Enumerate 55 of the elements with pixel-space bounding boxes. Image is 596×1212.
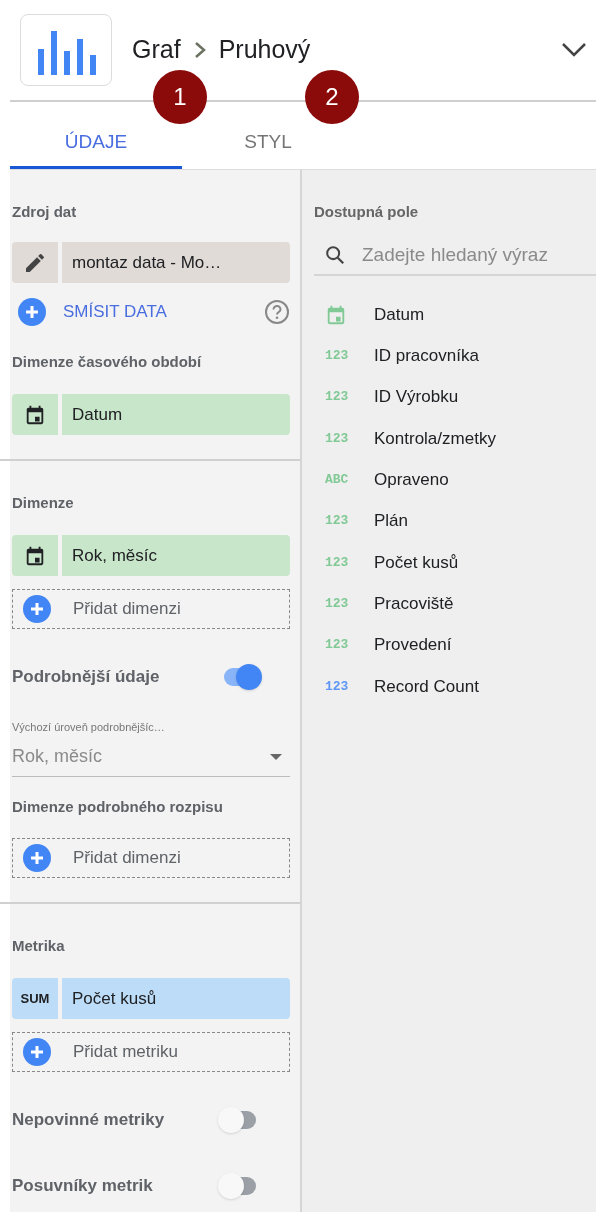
type-label: ABC (325, 471, 349, 490)
aggregation-label: SUM (20, 989, 50, 1008)
calendar-icon (24, 544, 46, 567)
field-name: Datum (72, 403, 123, 426)
section-heading: Dimenze podrobného rozpisu (12, 797, 224, 817)
type-label: 123 (325, 677, 349, 696)
panel-title: Dostupná pole (314, 202, 420, 222)
callout-badge: 1 (153, 70, 207, 124)
tab[interactable]: STYL (182, 126, 354, 169)
type-label: 123 (325, 594, 349, 613)
toggle-label: Nepovinné metriky (12, 1109, 166, 1132)
type-label: 123 (325, 553, 349, 572)
chevron-down-icon[interactable] (560, 41, 588, 59)
plus-icon (18, 298, 46, 326)
plus-icon (23, 595, 51, 623)
chart-type-icon[interactable] (20, 14, 112, 86)
callout-badge: 2 (305, 70, 359, 124)
field-list-item[interactable]: 123 Počet kusů (314, 541, 596, 584)
field-list-item[interactable]: 123 Provedení (314, 624, 596, 666)
field-name: Počet kusů (72, 987, 157, 1010)
help-icon[interactable] (264, 299, 290, 325)
toggle-label: Posuvníky metrik (12, 1175, 154, 1198)
plus-icon (23, 844, 51, 872)
add-field-button[interactable]: Přidat dimenzi (12, 589, 290, 629)
dropdown-arrow-icon (270, 753, 282, 760)
search-icon (324, 244, 346, 266)
type-label: 123 (325, 388, 349, 407)
breadcrumb-item: Graf (132, 34, 181, 66)
add-field-button[interactable]: Přidat dimenzi (12, 838, 290, 878)
field-name: Rok, měsíc (72, 544, 158, 567)
field-list-item[interactable]: 123 ID Výrobku (314, 376, 596, 418)
section-heading: Dimenze časového období (12, 352, 203, 372)
field-list-item[interactable]: ABC Opraveno (314, 459, 596, 501)
section-heading: Zdroj dat (12, 202, 78, 222)
field-list-item[interactable]: 123 Kontrola/zmetky (314, 417, 596, 460)
select-label: Výchozí úroveň podrobnějšíc… (12, 721, 166, 733)
section-heading: Metrika (12, 936, 66, 956)
section-heading: Dimenze (12, 493, 75, 513)
type-label: 123 (325, 429, 349, 448)
toggle-label: Podrobnější údaje (12, 666, 161, 689)
type-label: 123 (325, 347, 349, 366)
field-list-item[interactable]: Datum (314, 294, 596, 336)
data-source-name: montaz data - Mo… (72, 251, 222, 274)
add-field-button[interactable]: Přidat metriku (12, 1032, 290, 1072)
plus-icon (23, 1038, 51, 1066)
field-list-item[interactable]: 123 Record Count (314, 665, 596, 707)
breadcrumb-item: Pruhový (218, 34, 311, 66)
field-list-item[interactable]: 123 Pracoviště (314, 583, 596, 625)
type-label: 123 (325, 636, 349, 655)
blend-data-link[interactable]: SMÍSIT DATA (63, 299, 167, 325)
type-label: 123 (325, 512, 349, 531)
calendar-icon (325, 303, 347, 326)
field-list-item[interactable]: 123 Plán (314, 500, 596, 542)
field-list-item[interactable]: 123 ID pracovníka (314, 335, 596, 377)
calendar-icon (24, 403, 46, 426)
